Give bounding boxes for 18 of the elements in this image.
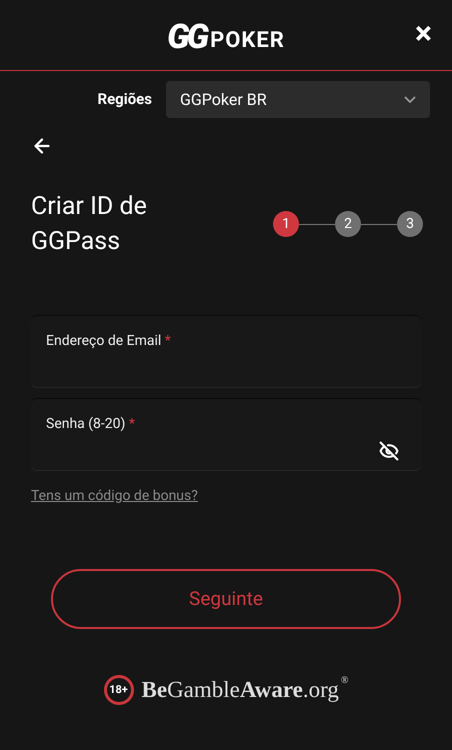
step-indicator: 1 bbox=[273, 211, 299, 237]
age-badge: 18+ bbox=[104, 675, 134, 705]
chevron-down-icon bbox=[404, 96, 416, 103]
logo: GG POKER bbox=[167, 20, 285, 54]
gamble-aware-logo: BeGambleAware.org® bbox=[142, 675, 348, 704]
step-indicator: 2 bbox=[335, 211, 361, 237]
step-indicator: 3 bbox=[397, 211, 423, 237]
region-select[interactable]: GGPoker BR bbox=[166, 81, 430, 118]
region-label: Regiões bbox=[97, 89, 152, 110]
password-field[interactable]: Senha (8-20) * bbox=[31, 398, 421, 470]
field-label: Endereço de Email * bbox=[46, 333, 171, 349]
eye-off-icon[interactable] bbox=[379, 441, 399, 461]
close-button[interactable]: × bbox=[415, 17, 432, 49]
next-button[interactable]: Seguinte bbox=[51, 569, 401, 629]
bonus-code-link[interactable]: Tens um código de bonus? bbox=[31, 486, 198, 507]
page-title: Criar ID de GGPass bbox=[31, 191, 148, 258]
field-label: Senha (8-20) * bbox=[46, 416, 135, 432]
email-field[interactable]: Endereço de Email * bbox=[31, 315, 421, 387]
